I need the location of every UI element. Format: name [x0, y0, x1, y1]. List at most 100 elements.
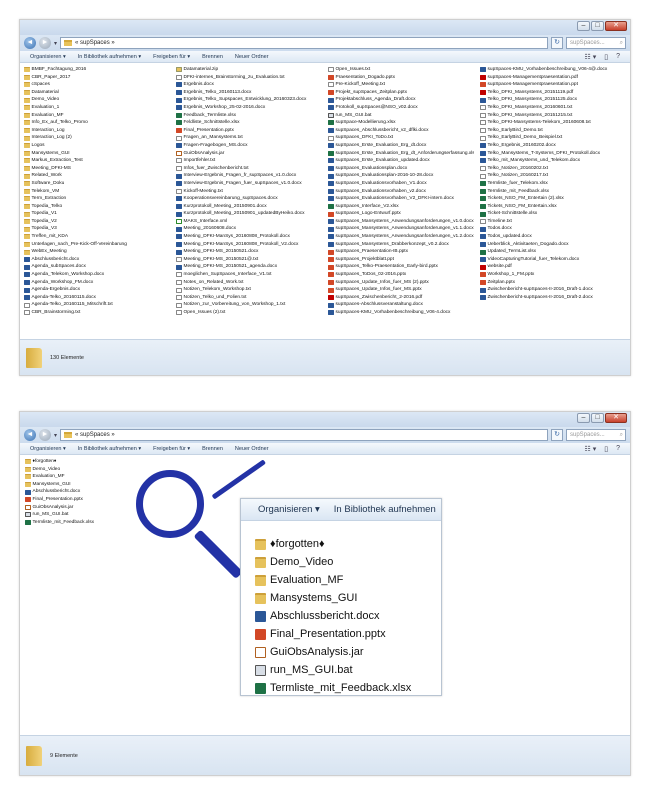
list-item[interactable]: Telko_Ergebnis_20160202.docx: [480, 142, 626, 150]
list-item[interactable]: Meeting_DFKI-MS_20150521@.txt: [176, 256, 322, 264]
list-item[interactable]: Related_Work: [24, 172, 170, 180]
list-item[interactable]: DFKI-internes_Brainstorming_zu_Evaluatio…: [176, 74, 322, 82]
list-item[interactable]: supSpaces_Evaluationsvorhaben_v2.docx: [328, 188, 474, 196]
list-item[interactable]: Treffen_mit_KDA: [24, 233, 170, 241]
list-item[interactable]: Logos: [24, 142, 170, 150]
organize-menu[interactable]: Organisieren ▾: [258, 504, 320, 515]
minimize-icon[interactable]: –: [577, 21, 590, 31]
list-item[interactable]: Topedia_V3: [24, 225, 170, 233]
list-item[interactable]: Demo_Video: [24, 96, 170, 104]
list-item[interactable]: Topedia_Telko: [24, 203, 170, 211]
list-item[interactable]: supSpaces_Zwischenbericht_2-2016.pdf: [328, 294, 474, 302]
list-item[interactable]: Evaluation_MF: [25, 473, 165, 481]
list-item[interactable]: cSpaces: [24, 81, 170, 89]
list-item[interactable]: supSpaces_Mansystems_Anwendungsanforderu…: [328, 218, 474, 226]
list-item[interactable]: Telko_Notizen_20160217.txt: [480, 172, 626, 180]
list-item[interactable]: Fragen_an_Mansystems.txt: [176, 134, 322, 142]
list-item[interactable]: Pre-Kickoff_Meeting.txt: [328, 81, 474, 89]
list-item[interactable]: Markus_Extraction_Test: [24, 157, 170, 165]
list-item[interactable]: Kickoff-Meeting.txt: [176, 188, 322, 196]
share-menu[interactable]: Freigeben für ▾: [153, 446, 190, 452]
list-item[interactable]: Interaction_Log (2): [24, 134, 170, 142]
list-item[interactable]: moeglichen_SupSpaces_Interface_V1.txt: [176, 271, 322, 279]
list-item[interactable]: Evaluation_MF: [24, 112, 170, 120]
list-item[interactable]: supSpaces_Update_Infos_fuer_MS.pptx: [328, 286, 474, 294]
maximize-icon[interactable]: □: [591, 21, 604, 31]
list-item[interactable]: Agenda-Ergebnis.docx: [24, 286, 170, 294]
list-item[interactable]: ♦forgotten♦: [25, 458, 165, 466]
refresh-icon[interactable]: ↻: [551, 429, 563, 441]
list-item[interactable]: supSpaces-KMU_Vorhabenbeschreibung_V06-4…: [328, 309, 474, 317]
list-item[interactable]: Agenda_Workshop_FM.docx: [24, 279, 170, 287]
list-item[interactable]: supSpaces-Managementpraesentation.pdf: [480, 74, 626, 82]
list-item[interactable]: Fragen-Fragebogen_MS.docx: [176, 142, 322, 150]
list-item[interactable]: supSpaces_Telko-Praesentation_Early-bird…: [328, 263, 474, 271]
list-item[interactable]: supSpaces_Erste_Evaluation_Erg_dt.docx: [328, 142, 474, 150]
list-item[interactable]: supSpaces_Mansystems_Drabberkonzept_v0.2…: [328, 241, 474, 249]
list-item[interactable]: Todos_updated.docx: [480, 233, 626, 241]
new-folder-button[interactable]: Neuer Ordner: [235, 54, 269, 60]
list-item[interactable]: Open_Issues.txt: [328, 66, 474, 74]
list-item[interactable]: Ticket-Schnittstelle.xlsx: [480, 210, 626, 218]
burn-button[interactable]: Brennen: [202, 446, 223, 452]
list-item[interactable]: supSpaces_Evaluationsvorhaben_V1.docx: [328, 180, 474, 188]
list-item[interactable]: Tickets_NSO_FM_Entertain.xlsx: [480, 203, 626, 211]
list-item[interactable]: supSpaces_Mansystems_Anwendungsanforderu…: [328, 233, 474, 241]
list-item[interactable]: website.pdf: [480, 263, 626, 271]
list-item[interactable]: Meeting_DFKI-MS_20150521_agenda.docx: [176, 263, 322, 271]
include-library-menu[interactable]: In Bibliothek aufnehmen: [334, 504, 436, 515]
list-item[interactable]: WebEx_Meeting: [24, 248, 170, 256]
list-item[interactable]: GuiObsAnalysis.jar: [176, 150, 322, 158]
list-item[interactable]: supSpaces_Mansystems_Anwendungsanforderu…: [328, 225, 474, 233]
list-item[interactable]: Tickets_NSO_FM_Entertain (2).xlsx: [480, 195, 626, 203]
list-item[interactable]: supSpaces_ToDos_02-2016.pptx: [328, 271, 474, 279]
list-item[interactable]: Ergebnis_Telko_20160113.docx: [176, 89, 322, 97]
list-item[interactable]: Telko_Notizen_20160202.txt: [480, 165, 626, 173]
list-item[interactable]: Demo_Video: [25, 466, 165, 474]
list-item[interactable]: Telko_DFKI_Mansystems_20160601.txt: [480, 104, 626, 112]
list-item[interactable]: supSpaces_Erste_Evaluation_Erg_dt_Anford…: [328, 150, 474, 158]
list-item[interactable]: supSpaces_Abschlussbericht_v2_dflki.docx: [328, 127, 474, 135]
list-item[interactable]: Projekt_supSpaces_Zeitplan.pptx: [328, 89, 474, 97]
address-bar[interactable]: « supSpaces »: [60, 37, 548, 49]
list-item[interactable]: Interview-Ergebnis_Fragen_fuer_supSpaces…: [176, 180, 322, 188]
list-item[interactable]: Open_Issues (2).txt: [176, 309, 322, 317]
back-icon[interactable]: ◄: [24, 429, 36, 441]
list-item[interactable]: Telko_DFKI_Mansystems_20151119.pdf: [480, 89, 626, 97]
list-item[interactable]: Kooperationsvereinbarung_supSpaces.docx: [176, 195, 322, 203]
list-item[interactable]: VideoCapturingTutorial_fuer_Telekom.docx: [480, 256, 626, 264]
list-item[interactable]: MAKS_Interface.xml: [176, 218, 322, 226]
list-item[interactable]: Datamaterial: [24, 89, 170, 97]
list-item[interactable]: supSpaces_Erste_Evaluation_updated.docx: [328, 157, 474, 165]
include-library-menu[interactable]: In Bibliothek aufnehmen ▾: [78, 446, 141, 452]
list-item[interactable]: Praesentation_Dogado.pptx: [328, 74, 474, 82]
close-icon[interactable]: ✕: [605, 413, 627, 423]
list-item[interactable]: supSpaces_Projektblatt.ppt: [328, 256, 474, 264]
list-item[interactable]: supSpace-Modellierung.xlsx: [328, 119, 474, 127]
list-item[interactable]: Notizen_Telekom_Workshop.txt: [176, 286, 322, 294]
list-item[interactable]: Telko_mit_Mansystems_und_Telekom.docx: [480, 157, 626, 165]
burn-button[interactable]: Brennen: [202, 54, 223, 60]
list-item[interactable]: Telko_DFKI_Mansystems_20151215.txt: [480, 112, 626, 120]
organize-menu[interactable]: Organisieren ▾: [30, 446, 66, 452]
refresh-icon[interactable]: ↻: [551, 37, 563, 49]
list-item[interactable]: Ergebnis_Workshop_25-02-2016.docx: [176, 104, 322, 112]
list-item[interactable]: Notizen_Telko_und_Folien.txt: [176, 294, 322, 302]
list-item[interactable]: Meeting_DFKI-MS_20150521.docx: [176, 248, 322, 256]
organize-menu[interactable]: Organisieren ▾: [30, 54, 66, 60]
list-item[interactable]: Notes_on_Related_Work.txt: [176, 279, 322, 287]
list-item[interactable]: Projektabschluss_Agenda_Draft.docx: [328, 96, 474, 104]
list-item[interactable]: Mansystems_GUI: [24, 150, 170, 158]
list-item[interactable]: Ergebnis_Telko_Supspaces_Entwicklung_201…: [176, 96, 322, 104]
list-item[interactable]: Notizen_zur_Vorbereitung_von_Workshop_1.…: [176, 301, 322, 309]
list-item[interactable]: Telko_Mansystems_T-Systems_DFKI_Protokol…: [480, 150, 626, 158]
list-item[interactable]: Telko_EarlyBird_Demo.txt: [480, 127, 626, 135]
minimize-icon[interactable]: –: [577, 413, 590, 423]
list-item[interactable]: supSpaces-Managementpraesentation.ppt: [480, 81, 626, 89]
help-icon[interactable]: ?: [616, 445, 620, 453]
list-item[interactable]: Meeting_DFKI-ManSys_20160808_Protokoll_V…: [176, 241, 322, 249]
list-item[interactable]: Meeting_20160608.docx: [176, 225, 322, 233]
preview-pane-icon[interactable]: ▯: [604, 53, 608, 61]
list-item[interactable]: Feedback_Termliste.xlsx: [176, 112, 322, 120]
list-item[interactable]: Updated_TermList.xlsx: [480, 248, 626, 256]
